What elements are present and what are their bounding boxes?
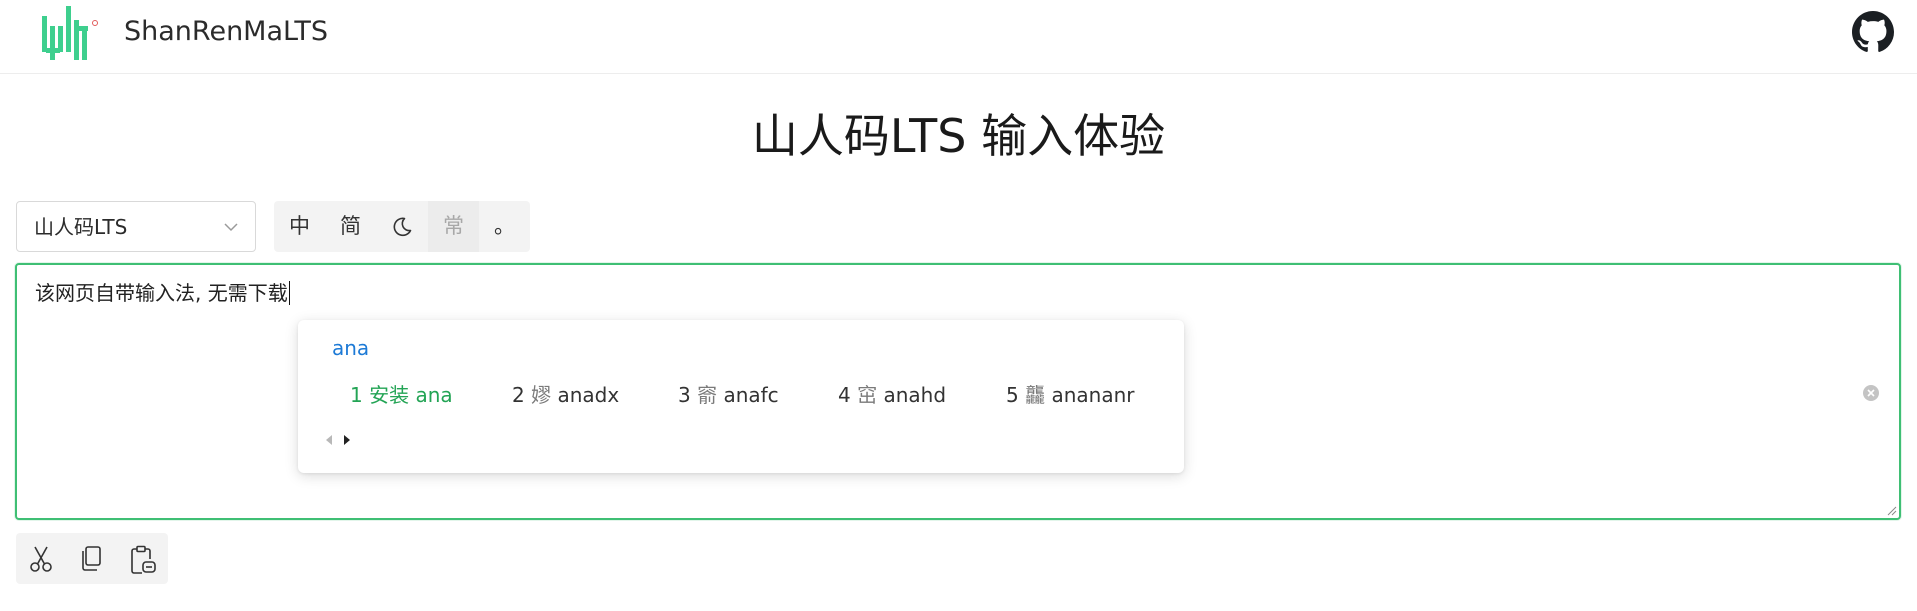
scheme-select[interactable]: 山人码LTS [16,201,256,252]
candidate-text: 龘 [1025,383,1046,407]
page-title: 山人码LTS 输入体验 [751,109,1166,163]
candidate-item[interactable]: 2 嫪 anadx [512,381,619,409]
toggle-common-chars[interactable]: 常 [428,201,479,252]
clipboard-icon [131,545,156,574]
candidate-popup: ana 1 安装 ana 2 嫪 anadx 3 窬 anafc 4 窋 ana… [298,320,1184,473]
candidate-item[interactable]: 5 龘 anananr [1006,381,1134,409]
candidate-item[interactable]: 3 窬 anafc [678,381,779,409]
candidate-item[interactable]: 1 安装 ana [350,381,453,409]
candidate-code: anafc [723,383,779,407]
candidate-index: 2 [512,383,525,407]
candidate-index: 4 [838,383,851,407]
caret-right-icon[interactable] [342,433,352,447]
candidate-text: 嫪 [531,383,552,407]
toggle-dark-mode[interactable] [376,201,427,252]
candidate-text: 安装 [369,383,410,407]
editor-text: 该网页自带输入法, 无需下载 [35,281,288,305]
candidate-item[interactable]: 4 窋 anahd [838,381,946,409]
copy-button[interactable] [66,533,116,584]
moon-icon [393,217,412,237]
top-header: ShanRenMaLTS [0,0,1917,74]
candidate-text: 窬 [697,383,718,407]
scheme-select-value: 山人码LTS [34,215,128,239]
toggle-simplified[interactable]: 简 [325,201,376,252]
preedit-text: ana [332,336,370,360]
editor-content: 该网页自带输入法, 无需下载 [35,279,290,307]
scissors-icon [30,546,52,572]
edit-toolbar [16,533,168,584]
chevron-down-icon [224,223,238,232]
candidate-code: anahd [883,383,947,407]
clear-circle-icon[interactable] [1862,384,1880,402]
resize-grip-icon[interactable] [1885,504,1897,516]
candidate-code: ana [415,383,453,407]
github-icon[interactable] [1852,11,1894,53]
caret-left-icon[interactable] [324,433,334,447]
copy-icon [82,546,101,571]
candidate-index: 3 [678,383,691,407]
candidate-text: 窋 [857,383,878,407]
text-caret [288,281,290,305]
paste-button[interactable] [117,533,167,584]
candidate-index: 5 [1006,383,1019,407]
toggle-chinese-mode[interactable]: 中 [274,201,325,252]
cut-button[interactable] [16,533,66,584]
brand-name: ShanRenMaLTS [124,16,328,47]
candidate-code: anananr [1051,383,1135,407]
ime-toggle-group: 中 简 常 。 [274,201,530,252]
shanrenma-logo-icon [42,6,98,60]
candidate-index: 1 [350,383,363,407]
candidate-code: anadx [557,383,620,407]
toggle-punctuation[interactable]: 。 [479,201,530,252]
